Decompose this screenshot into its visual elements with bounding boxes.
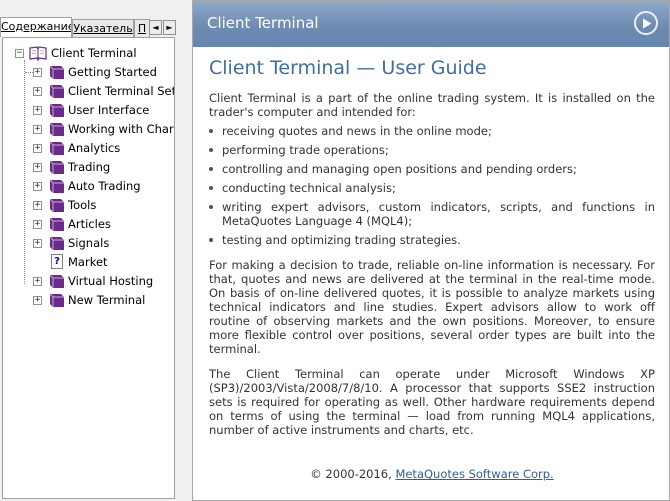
list-item: controlling and managing open positions …	[209, 162, 655, 176]
expand-icon[interactable]: +	[33, 182, 42, 191]
decision-paragraph: For making a decision to trade, reliable…	[209, 258, 655, 356]
list-item-text: controlling and managing open positions …	[222, 162, 577, 176]
topic-header: Client Terminal	[193, 1, 669, 47]
help-page-icon: ?	[51, 254, 63, 269]
book-icon	[49, 141, 64, 155]
tree-item-analytics[interactable]: + Analytics	[3, 139, 174, 158]
expand-icon[interactable]: +	[33, 201, 42, 210]
tree-item-client-terminal[interactable]: − Client Terminal	[3, 44, 174, 63]
book-icon	[49, 84, 64, 98]
tree-item-virtual-hosting[interactable]: + Virtual Hosting	[3, 272, 174, 291]
list-item-text: performing trade operations;	[222, 143, 389, 157]
copyright-text: © 2000-2016,	[310, 467, 396, 481]
tree-item-user-interface[interactable]: + User Interface	[3, 101, 174, 120]
bullet-icon	[209, 186, 213, 190]
tab-index-label: Указатель	[73, 22, 133, 35]
tree-item-label: User Interface	[68, 103, 150, 117]
list-item: performing trade operations;	[209, 143, 655, 157]
expand-icon[interactable]: +	[33, 163, 42, 172]
book-icon	[49, 160, 64, 174]
play-icon	[643, 18, 652, 29]
requirements-paragraph: The Client Terminal can operate under Mi…	[209, 367, 655, 437]
list-item: writing expert advisors, custom indicato…	[209, 200, 655, 228]
book-icon	[49, 198, 64, 212]
feature-list: receiving quotes and news in the online …	[209, 124, 655, 247]
tree-item-signals[interactable]: + Signals	[3, 234, 174, 253]
topic-body: Client Terminal — User Guide Client Term…	[209, 57, 655, 437]
tree-item-label: Virtual Hosting	[68, 274, 154, 288]
tree-item-tools[interactable]: + Tools	[3, 196, 174, 215]
tree-item-client-terminal-settings[interactable]: + Client Terminal Settings	[3, 82, 174, 101]
tab-contents[interactable]: Содержание	[0, 17, 72, 37]
header-title: Client Terminal	[207, 14, 319, 32]
bullet-icon	[209, 148, 213, 152]
tree-item-label: Signals	[68, 236, 110, 250]
tree-item-label: Articles	[68, 217, 111, 231]
tab-search-label: П	[137, 22, 147, 35]
page-title: Client Terminal — User Guide	[209, 57, 487, 79]
tree-item-label: Tools	[68, 198, 97, 212]
list-item-text: writing expert advisors, custom indicato…	[222, 200, 655, 228]
tree-item-label: Analytics	[68, 141, 121, 155]
bullet-icon	[209, 167, 213, 171]
tree-item-getting-started[interactable]: + Getting Started	[3, 63, 174, 82]
tree-item-label: Trading	[68, 160, 111, 174]
tree-item-label: Working with Charts	[68, 122, 175, 136]
bullet-icon	[209, 205, 213, 209]
open-book-icon	[29, 46, 47, 61]
book-icon	[49, 236, 64, 250]
content-pane: Client Terminal Client Terminal — User G…	[192, 0, 670, 501]
expand-icon[interactable]: +	[33, 106, 42, 115]
next-topic-button[interactable]	[634, 11, 658, 35]
expand-icon[interactable]: +	[33, 220, 42, 229]
list-item: testing and optimizing trading strategie…	[209, 233, 655, 247]
expand-icon[interactable]: +	[33, 277, 42, 286]
tree-item-auto-trading[interactable]: + Auto Trading	[3, 177, 174, 196]
tabs-scroll-right-button[interactable]: ►	[163, 20, 176, 35]
book-icon	[49, 217, 64, 231]
list-item-text: conducting technical analysis;	[222, 181, 396, 195]
expand-icon[interactable]: +	[33, 68, 42, 77]
navigation-tabs: Указатель П Содержание ◄ ►	[0, 17, 186, 37]
tree-item-working-with-charts[interactable]: + Working with Charts	[3, 120, 175, 139]
expand-icon[interactable]: +	[33, 239, 42, 248]
tree-item-label: Client Terminal Settings	[68, 84, 174, 98]
tabs-scroll-left-button[interactable]: ◄	[149, 20, 162, 35]
book-icon	[49, 103, 64, 117]
tree-item-market[interactable]: ? Market	[3, 253, 174, 272]
tab-contents-label: Содержание	[1, 20, 72, 33]
navigation-pane: Указатель П Содержание ◄ ► − Client Term…	[0, 0, 186, 501]
tree-item-label: Client Terminal	[51, 46, 137, 60]
list-item-text: testing and optimizing trading strategie…	[222, 233, 461, 247]
book-icon	[49, 274, 64, 288]
tree-item-new-terminal[interactable]: + New Terminal	[3, 291, 174, 310]
tree-item-label: Market	[68, 255, 108, 269]
expand-icon[interactable]: +	[33, 144, 42, 153]
tab-search[interactable]: П	[134, 19, 150, 37]
expand-icon[interactable]: +	[33, 125, 42, 134]
tree-item-articles[interactable]: + Articles	[3, 215, 174, 234]
copyright-footer: © 2000-2016, MetaQuotes Software Corp.	[193, 467, 669, 481]
book-icon	[49, 65, 64, 79]
tree-item-label: Getting Started	[68, 65, 157, 79]
collapse-icon[interactable]: −	[15, 49, 24, 58]
book-icon	[49, 179, 64, 193]
tree-item-label: Auto Trading	[68, 179, 141, 193]
contents-tree: − Client Terminal + Getting Started + Cl…	[2, 37, 175, 499]
tree-item-label: New Terminal	[68, 293, 146, 307]
tab-index[interactable]: Указатель	[72, 19, 134, 37]
book-icon	[49, 122, 64, 136]
list-item-text: receiving quotes and news in the online …	[222, 124, 492, 138]
list-item: receiving quotes and news in the online …	[209, 124, 655, 138]
list-item: conducting technical analysis;	[209, 181, 655, 195]
metaquotes-link[interactable]: MetaQuotes Software Corp.	[395, 467, 553, 481]
expand-icon[interactable]: +	[33, 87, 42, 96]
bullet-icon	[209, 129, 213, 133]
bullet-icon	[209, 238, 213, 242]
tree-item-trading[interactable]: + Trading	[3, 158, 174, 177]
book-icon	[49, 293, 64, 307]
intro-paragraph: Client Terminal is a part of the online …	[209, 91, 655, 119]
expand-icon[interactable]: +	[33, 296, 42, 305]
